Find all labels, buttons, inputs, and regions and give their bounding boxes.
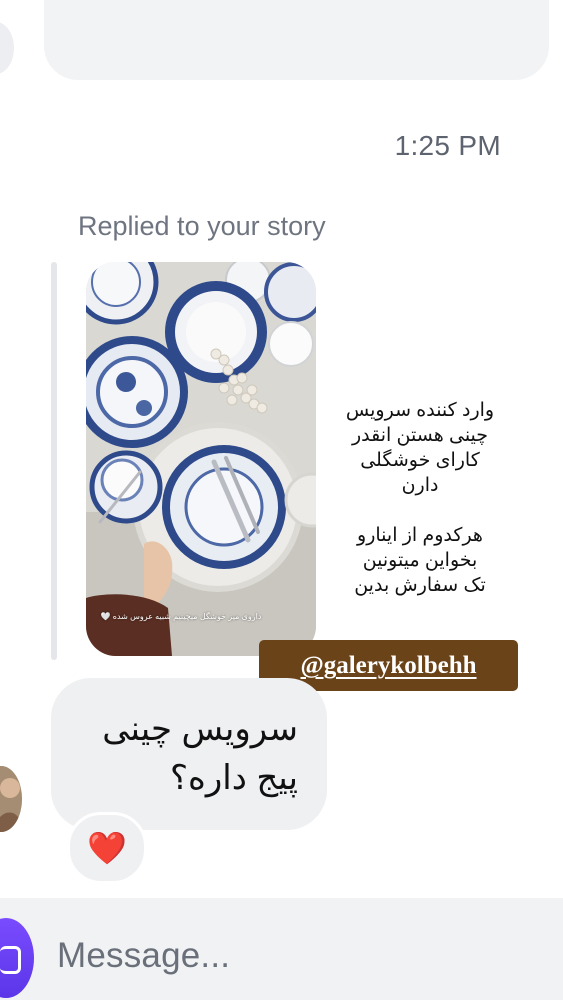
story-overlay-text: وارد کننده سرویس چینی هستن انقدر کارای خ…: [322, 398, 518, 598]
story-text-line: چینی هستن انقدر: [351, 425, 489, 446]
camera-icon: [0, 946, 21, 974]
reply-indicator-bar: [51, 262, 57, 660]
message-timestamp: 1:25 PM: [394, 130, 501, 161]
story-thumbnail[interactable]: داروی میز خوشگل میچینیم شبیه عروس شده 🤍: [86, 262, 316, 656]
message-input[interactable]: Message...: [57, 936, 230, 976]
story-text-line: تک سفارش بدین: [354, 575, 486, 596]
avatar[interactable]: [0, 766, 22, 832]
story-text-line: کارای خوشگلی: [360, 450, 480, 471]
story-text-line: وارد کننده سرویس: [345, 400, 495, 421]
heart-icon: ❤️: [87, 830, 127, 866]
story-text-line: هرکدوم از اینارو: [357, 525, 483, 546]
message-reaction[interactable]: ❤️: [67, 812, 147, 884]
story-photo: [86, 262, 316, 656]
story-text-spacer: [322, 498, 518, 523]
message-text: سرویس چینی پیج داره؟: [80, 705, 298, 803]
avatar-photo: [0, 766, 22, 832]
story-text-line: دارن: [401, 475, 439, 496]
dm-thread: 1:25 PM Replied to your story داروی میز …: [0, 0, 563, 1000]
story-image-caption: داروی میز خوشگل میچینیم شبیه عروس شده 🤍: [100, 612, 262, 621]
story-text-line: بخواین میتونین: [362, 550, 478, 571]
message-text-line: پیج داره؟: [170, 759, 298, 797]
previous-sender-avatar[interactable]: [0, 22, 14, 74]
story-reply-label: Replied to your story: [78, 211, 326, 241]
previous-message-bubble[interactable]: [44, 0, 549, 80]
message-text-line: سرویس چینی: [102, 710, 298, 748]
